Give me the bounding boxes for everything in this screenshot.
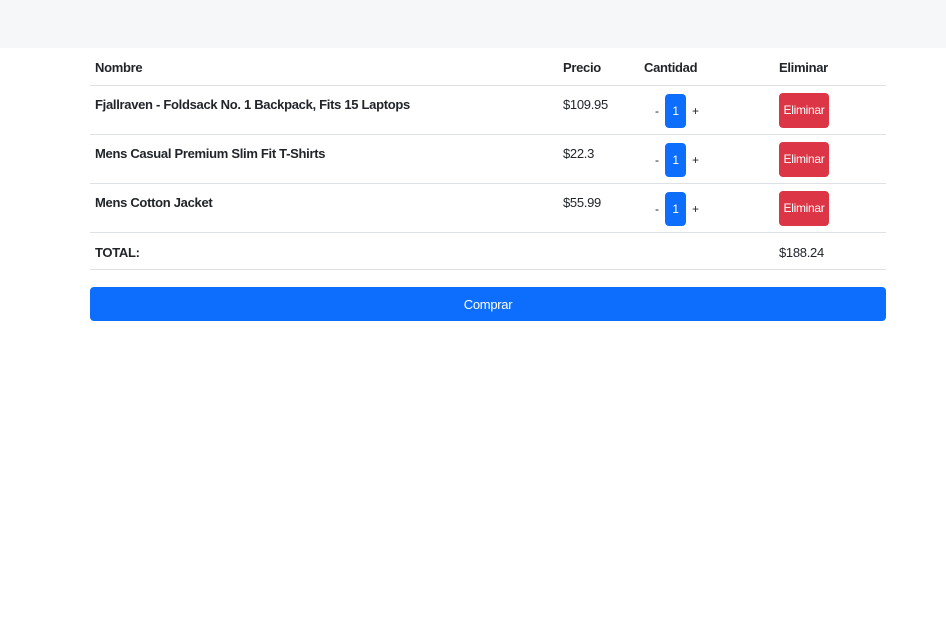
decrement-button[interactable]: - xyxy=(649,143,665,177)
cart-table-body: Fjallraven - Foldsack No. 1 Backpack, Fi… xyxy=(90,85,886,270)
decrement-button[interactable]: - xyxy=(649,192,665,226)
product-price: $22.3 xyxy=(558,134,639,184)
header-remove: Eliminar xyxy=(774,48,886,86)
remove-button[interactable]: Eliminar xyxy=(779,141,829,177)
cart-table: Nombre Precio Cantidad Eliminar Fjallrav… xyxy=(90,48,886,270)
quantity-cell: - 1 + xyxy=(639,85,774,135)
total-empty-cell xyxy=(639,232,774,270)
product-name: Mens Cotton Jacket xyxy=(90,183,558,233)
quantity-value: 1 xyxy=(665,93,686,128)
quantity-cell: - 1 + xyxy=(639,134,774,184)
quantity-stepper: - 1 + xyxy=(644,93,705,128)
quantity-stepper: - 1 + xyxy=(644,142,705,177)
product-name: Mens Casual Premium Slim Fit T-Shirts xyxy=(90,134,558,184)
remove-cell: Eliminar xyxy=(774,183,886,233)
header-price: Precio xyxy=(558,48,639,86)
quantity-cell: - 1 + xyxy=(639,183,774,233)
cart-container: Nombre Precio Cantidad Eliminar Fjallrav… xyxy=(90,48,886,321)
remove-button[interactable]: Eliminar xyxy=(779,190,829,226)
total-empty-cell xyxy=(558,232,639,270)
quantity-stepper: - 1 + xyxy=(644,191,705,226)
header-row: Nombre Precio Cantidad Eliminar xyxy=(90,48,886,86)
cart-table-header: Nombre Precio Cantidad Eliminar xyxy=(90,48,886,86)
total-value: $188.24 xyxy=(774,232,886,270)
table-row: Mens Casual Premium Slim Fit T-Shirts $2… xyxy=(90,134,886,184)
product-price: $55.99 xyxy=(558,183,639,233)
quantity-value: 1 xyxy=(665,142,686,177)
increment-button[interactable]: + xyxy=(686,192,705,226)
total-row: TOTAL: $188.24 xyxy=(90,232,886,270)
remove-button[interactable]: Eliminar xyxy=(779,92,829,128)
total-label: TOTAL: xyxy=(90,232,558,270)
increment-button[interactable]: + xyxy=(686,143,705,177)
product-price: $109.95 xyxy=(558,85,639,135)
increment-button[interactable]: + xyxy=(686,94,705,128)
decrement-button[interactable]: - xyxy=(649,94,665,128)
top-navbar xyxy=(0,0,946,48)
buy-button[interactable]: Comprar xyxy=(90,287,886,321)
table-row: Fjallraven - Foldsack No. 1 Backpack, Fi… xyxy=(90,85,886,135)
quantity-value: 1 xyxy=(665,191,686,226)
product-name: Fjallraven - Foldsack No. 1 Backpack, Fi… xyxy=(90,85,558,135)
header-quantity: Cantidad xyxy=(639,48,774,86)
remove-cell: Eliminar xyxy=(774,85,886,135)
remove-cell: Eliminar xyxy=(774,134,886,184)
table-row: Mens Cotton Jacket $55.99 - 1 + Eliminar xyxy=(90,183,886,233)
header-name: Nombre xyxy=(90,48,558,86)
